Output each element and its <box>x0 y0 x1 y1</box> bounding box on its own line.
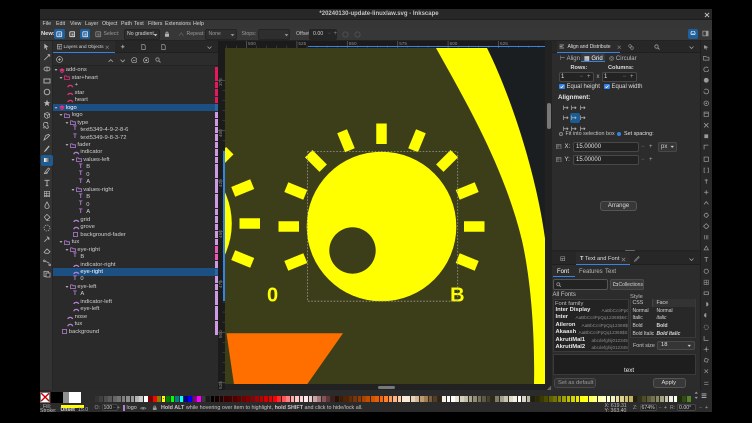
svg-text:0: 0 <box>267 284 278 306</box>
